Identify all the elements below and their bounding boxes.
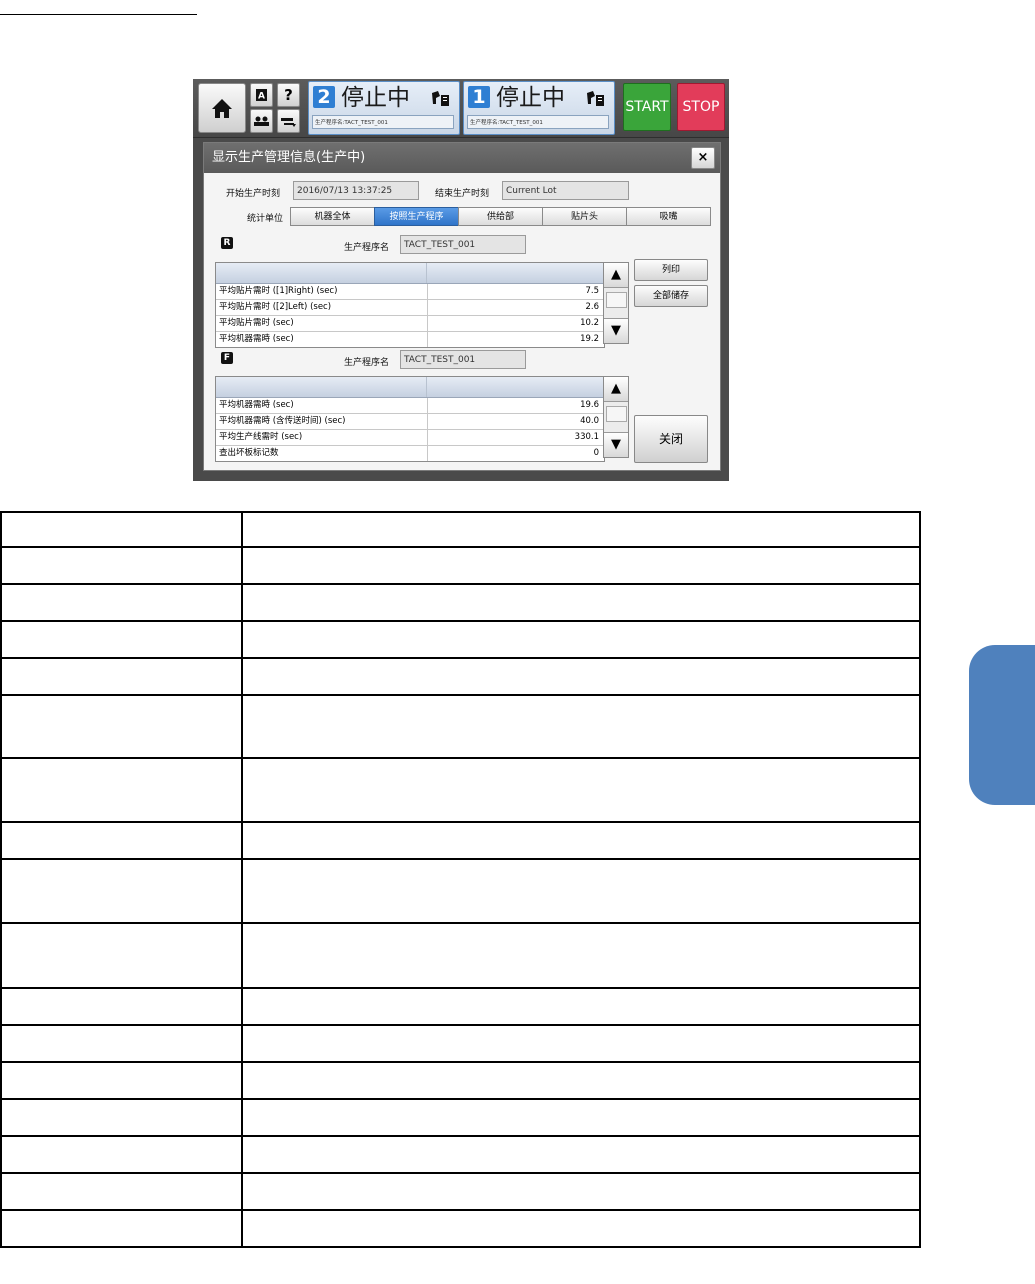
close-icon[interactable]: ×	[691, 147, 715, 169]
machine-screenshot: A ? 2 停止中 生产程序名:TACT_TEST_001 1 停止中 生产程序…	[193, 79, 729, 481]
table-row	[0, 858, 921, 924]
table-row: 平均贴片需时 ([2]Left) (sec) 2.6	[216, 300, 604, 316]
front-stats-table: 平均机器需時 (sec) 19.6 平均机器需時 (含传送时间) (sec) 40.…	[215, 376, 605, 462]
table-row	[0, 583, 921, 622]
tab-feeder[interactable]: 供给部	[458, 207, 543, 226]
end-time-field: Current Lot	[502, 181, 629, 200]
tab-nozzle[interactable]: 吸嘴	[626, 207, 711, 226]
table-row	[0, 987, 921, 1026]
start-button[interactable]: START	[623, 83, 671, 131]
machine-status-icon	[432, 91, 449, 106]
operator-button[interactable]	[250, 109, 273, 133]
scroll-thumb[interactable]	[606, 292, 627, 308]
table-row	[0, 1061, 921, 1100]
table-row	[0, 620, 921, 659]
description-table	[0, 511, 921, 1248]
arrow-up-icon[interactable]: ▲	[604, 263, 628, 288]
header-rule	[0, 14, 197, 15]
chapter-tab	[969, 645, 1035, 805]
rear-badge: R	[221, 237, 233, 249]
table-row: 平均贴片需时 (sec) 10.2	[216, 316, 604, 332]
table-row: 平均贴片需时 ([1]Right) (sec) 7.5	[216, 284, 604, 300]
dialog-title: 显示生产管理信息(生产中)	[204, 143, 720, 173]
front-program-field: TACT_TEST_001	[400, 350, 526, 369]
language-button[interactable]: A	[250, 83, 273, 107]
table-row	[0, 1024, 921, 1063]
rear-program-field: TACT_TEST_001	[400, 235, 526, 254]
arrow-down-icon[interactable]: ▼	[604, 318, 628, 343]
svg-text:A: A	[258, 92, 265, 102]
table-header	[216, 377, 604, 398]
lane-number: 2	[313, 86, 335, 108]
table-row: 平均机器需時 (sec) 19.2	[216, 332, 604, 347]
start-time-label: 开始生产时刻	[226, 189, 281, 199]
lane-program: 生产程序名:TACT_TEST_001	[312, 115, 454, 129]
table-header	[216, 263, 604, 284]
table-row	[0, 922, 921, 989]
lane-1-status[interactable]: 1 停止中 生产程序名:TACT_TEST_001	[463, 81, 615, 135]
home-button[interactable]	[198, 83, 246, 133]
rear-scrollbar[interactable]: ▲ ▼	[603, 262, 629, 344]
front-program-label: 生产程序名	[344, 358, 390, 368]
close-button[interactable]: 关闭	[634, 415, 708, 463]
top-toolbar: A ? 2 停止中 生产程序名:TACT_TEST_001 1 停止中 生产程序…	[193, 79, 729, 138]
table-row	[0, 546, 921, 585]
tab-by-program[interactable]: 按照生产程序	[374, 207, 459, 226]
lane-number: 1	[468, 86, 490, 108]
table-row	[0, 1209, 921, 1248]
front-scrollbar[interactable]: ▲ ▼	[603, 376, 629, 458]
table-row	[0, 821, 921, 860]
machine-status-icon	[587, 91, 604, 106]
front-badge: F	[221, 352, 233, 364]
print-button[interactable]: 列印	[634, 259, 708, 281]
operator-icon	[254, 116, 269, 126]
scroll-thumb[interactable]	[606, 406, 627, 422]
lane-program: 生产程序名:TACT_TEST_001	[467, 115, 609, 129]
stop-button[interactable]: STOP	[677, 83, 725, 131]
table-row	[0, 1172, 921, 1211]
unit-label: 统计单位	[247, 214, 284, 224]
lane-state: 停止中	[341, 85, 410, 111]
arrow-down-icon[interactable]: ▼	[604, 432, 628, 457]
letter-a-icon: A	[256, 89, 267, 102]
home-icon	[212, 99, 232, 118]
lane-state: 停止中	[496, 85, 565, 111]
rear-stats-table: 平均贴片需时 ([1]Right) (sec) 7.5 平均贴片需时 ([2]Le…	[215, 262, 605, 348]
table-row	[0, 694, 921, 759]
table-row	[0, 1135, 921, 1174]
tab-machine-total[interactable]: 机器全体	[290, 207, 375, 226]
table-row	[0, 511, 921, 548]
production-info-dialog: 显示生产管理信息(生产中) × 开始生产时刻 2016/07/13 13:37:…	[203, 142, 721, 471]
table-row	[0, 757, 921, 823]
table-row	[0, 1098, 921, 1137]
table-row	[0, 657, 921, 696]
tab-head[interactable]: 贴片头	[542, 207, 627, 226]
help-button[interactable]: ?	[277, 83, 300, 107]
table-row: 平均机器需時 (含传送时间) (sec) 40.0	[216, 414, 604, 430]
lane-2-status[interactable]: 2 停止中 生产程序名:TACT_TEST_001	[308, 81, 460, 135]
start-time-field: 2016/07/13 13:37:25	[293, 181, 419, 200]
table-row: 平均机器需時 (sec) 19.6	[216, 398, 604, 414]
table-row: 查出坏板标记数 0	[216, 446, 604, 461]
rear-program-label: 生产程序名	[344, 243, 390, 253]
arrow-up-icon[interactable]: ▲	[604, 377, 628, 402]
end-time-label: 结束生产时刻	[435, 189, 490, 199]
table-row: 平均生产线需时 (sec) 330.1	[216, 430, 604, 446]
conveyor-icon	[281, 118, 296, 127]
transfer-button[interactable]	[277, 109, 300, 133]
save-all-button[interactable]: 全部储存	[634, 285, 708, 307]
